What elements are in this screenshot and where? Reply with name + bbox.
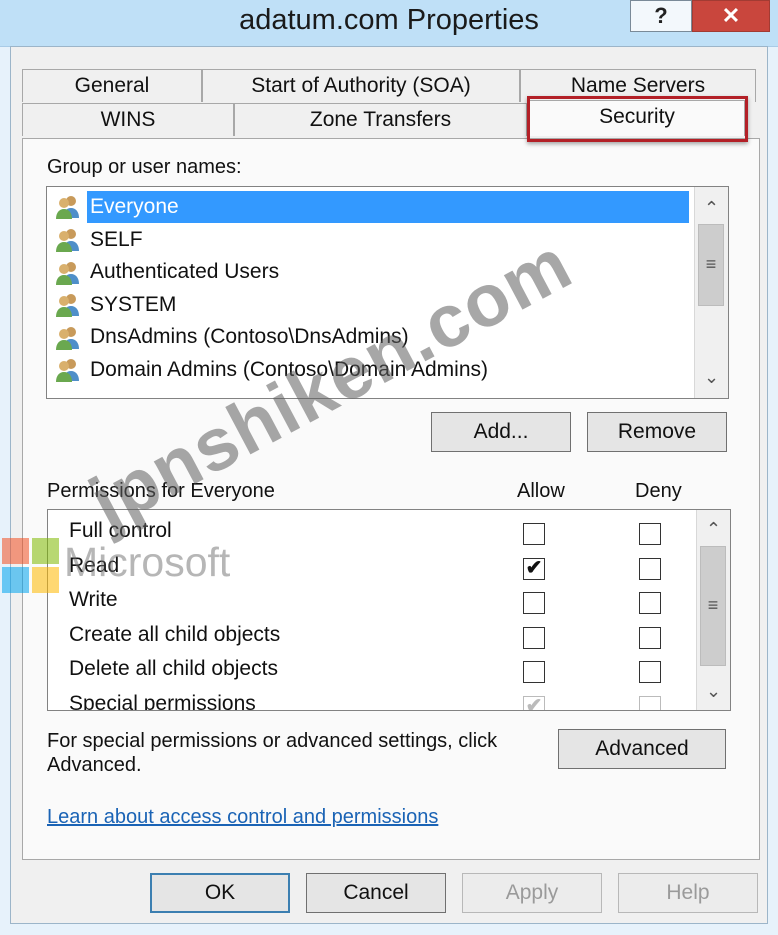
tab-general[interactable]: General [22,69,202,102]
user-list-scrollbar[interactable]: ⌃ ≡ ⌄ [694,187,728,398]
user-name: Authenticated Users [90,260,280,284]
permission-name: Create all child objects [69,622,281,646]
chevron-down-icon[interactable]: ⌄ [697,676,730,706]
highlight-box [527,96,748,142]
allow-header: Allow [517,480,565,502]
users-icon [55,325,81,351]
allow-checkbox[interactable] [523,592,545,615]
learn-more-link[interactable]: Learn about access control and permissio… [47,806,438,829]
chevron-up-icon[interactable]: ⌃ [697,514,730,544]
tab-zone-transfers[interactable]: Zone Transfers [234,103,527,136]
scroll-thumb[interactable]: ≡ [700,546,726,666]
ok-button[interactable]: OK [150,873,290,913]
tab-soa[interactable]: Start of Authority (SOA) [202,69,520,102]
user-list-item[interactable]: SYSTEM [55,289,179,321]
apply-button[interactable]: Apply [462,873,602,913]
group-users-label: Group or user names: [47,156,242,178]
microsoft-watermark-text: Microsoft [64,539,231,585]
deny-checkbox[interactable] [639,626,661,649]
deny-header: Deny [635,480,682,502]
user-name: SYSTEM [90,292,177,316]
user-list-item[interactable]: Authenticated Users [55,256,282,288]
permission-row: Create all child objects [48,620,696,654]
users-icon [55,194,81,220]
users-icon [55,227,81,253]
help-button[interactable]: Help [618,873,758,913]
remove-button[interactable]: Remove [587,412,727,452]
user-list-item[interactable]: SELF [55,224,146,256]
help-title-button[interactable]: ? [630,0,692,32]
permission-row: Write [48,585,696,619]
scroll-thumb[interactable]: ≡ [698,224,724,306]
permissions-scrollbar[interactable]: ⌃ ≡ ⌄ [696,510,730,710]
microsoft-logo-watermark [2,538,60,594]
check-icon: ✔ [525,556,543,579]
user-name: Everyone [87,191,689,223]
users-icon [55,292,81,318]
permission-name: Delete all child objects [69,657,278,681]
allow-checkbox[interactable] [523,523,545,545]
user-list-item[interactable]: Everyone [55,191,689,223]
allow-checkbox[interactable] [523,661,545,684]
users-icon [55,260,81,286]
permission-row: Special permissions ✔ [48,689,696,711]
advanced-hint: For special permissions or advanced sett… [47,730,498,776]
allow-checkbox[interactable]: ✔ [523,695,545,711]
deny-checkbox[interactable] [639,523,661,545]
tab-wins[interactable]: WINS [22,103,234,136]
users-icon [55,357,81,383]
advanced-button[interactable]: Advanced [558,729,726,769]
close-button[interactable]: ✕ [692,0,770,32]
chevron-up-icon[interactable]: ⌃ [695,193,728,223]
add-button[interactable]: Add... [431,412,571,452]
permission-row: Delete all child objects [48,654,696,688]
cancel-button[interactable]: Cancel [306,873,446,913]
allow-checkbox[interactable] [523,626,545,649]
deny-checkbox[interactable] [639,696,661,710]
chevron-down-icon[interactable]: ⌄ [695,362,728,392]
title-bar: adatum.com Properties ? ✕ [0,0,778,47]
deny-checkbox[interactable] [639,557,661,580]
allow-checkbox[interactable]: ✔ [523,556,545,580]
check-icon: ✔ [525,695,543,711]
permission-name: Special permissions [69,692,256,711]
user-name: SELF [90,227,143,251]
deny-checkbox[interactable] [639,592,661,615]
permission-name: Write [69,588,118,612]
deny-checkbox[interactable] [639,661,661,684]
